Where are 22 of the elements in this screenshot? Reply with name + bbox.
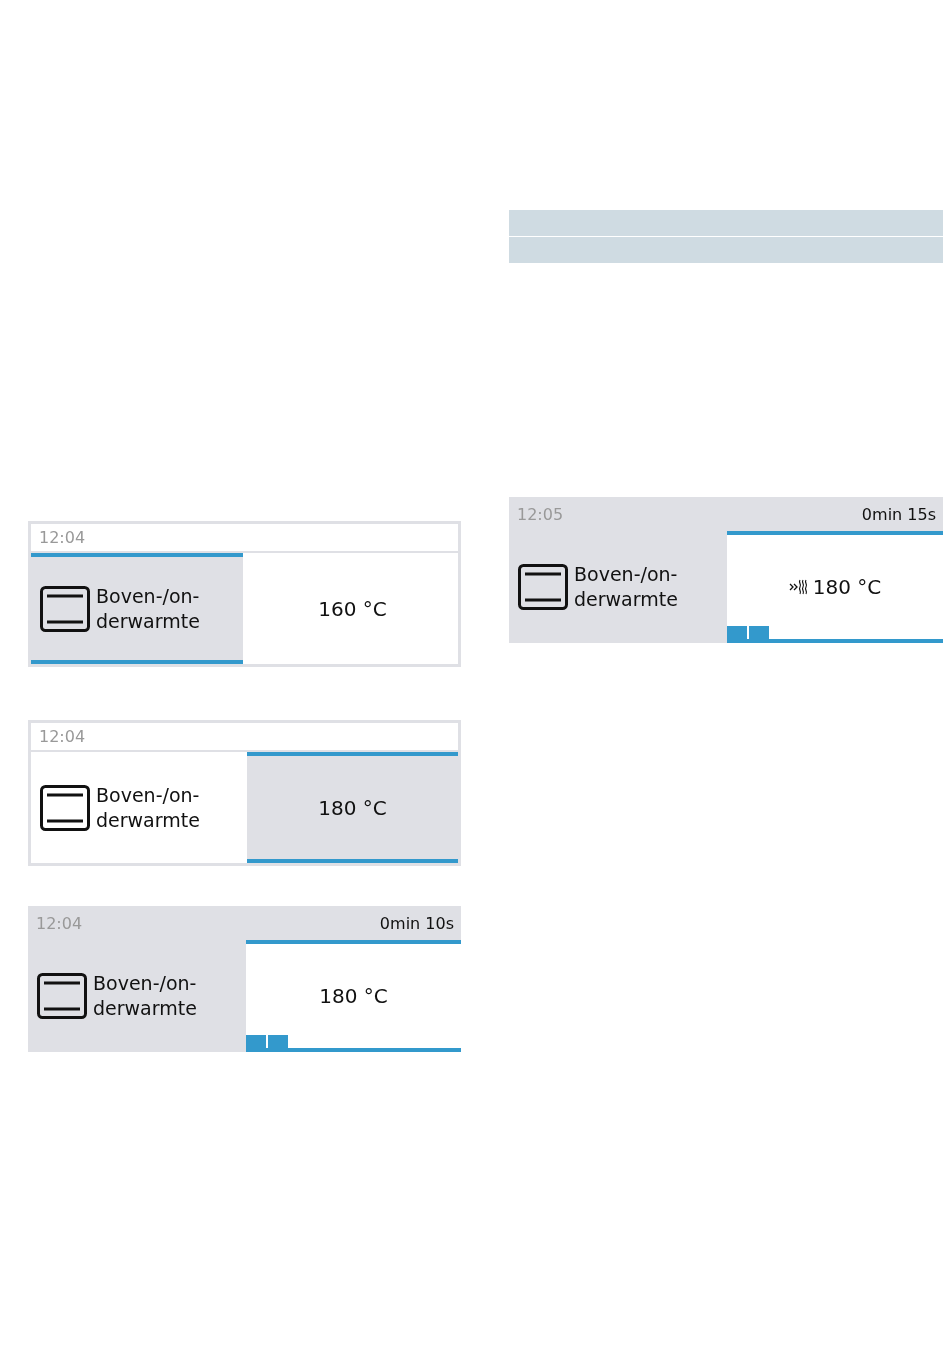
top-bottom-heat-icon [40,585,90,632]
temperature-value: 180 °C [319,984,388,1008]
temperature-field[interactable]: 180 °C [246,940,461,1052]
clock-time: 12:04 [39,528,86,547]
timer-reading: 0min 15s [861,504,936,524]
heating-mode-label: Boven-/on- derwarmte [93,971,197,1021]
temperature-field[interactable]: 180 °C [247,752,458,863]
mode-field[interactable]: Boven-/on- derwarmte [31,553,243,664]
clock-time: 12:05 [517,504,564,524]
timer-reading: 0min 10s [379,913,454,933]
top-bottom-heat-icon [518,564,568,610]
heating-mode-label: Boven-/on- derwarmte [96,782,200,833]
clock-time: 12:04 [39,727,86,746]
temperature-value: 180 °C [318,795,387,820]
temperature-field[interactable]: 180 °C [727,531,943,643]
top-bottom-heat-icon [40,784,90,831]
clock-time: 12:04 [36,913,83,933]
temperature-value: 160 °C [318,596,387,621]
temperature-value: 180 °C [812,575,882,599]
heating-mode-label: Boven-/on- derwarmte [96,583,200,634]
top-bottom-heat-icon [37,973,87,1019]
heating-mode-label: Boven-/on- derwarmte [574,562,678,612]
